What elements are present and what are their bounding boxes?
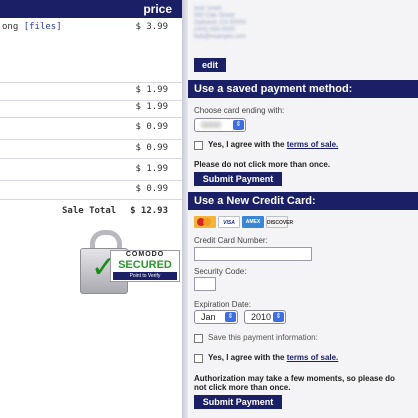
new-terms-checkbox[interactable] (194, 354, 203, 363)
save-info-checkbox[interactable] (194, 334, 203, 343)
expiration-date-label: Expiration Date: (194, 300, 251, 309)
sale-total-value: $ 12.93 (130, 206, 168, 216)
row-divider (0, 158, 182, 159)
submit-saved-payment-button[interactable]: Submit Payment (194, 172, 282, 186)
visa-icon: VISA (218, 216, 240, 228)
new-terms-label: Yes, I agree with the terms of sale. (208, 353, 339, 362)
mastercard-icon (194, 216, 216, 228)
seal-brand: COMODO (125, 251, 165, 258)
item-price: $ 3.99 (135, 22, 168, 32)
choose-card-label: Choose card ending with: (194, 106, 285, 115)
chevron-down-icon: ⇕ (273, 312, 284, 322)
item-price: $ 0.99 (135, 184, 168, 194)
seal-secured-text: SECURED (118, 259, 172, 271)
saved-payment-heading: Use a saved payment method: (188, 80, 418, 98)
cart-row: $ 1.99 (0, 102, 182, 115)
sale-total-label: Sale Total (62, 206, 117, 216)
item-price: $ 0.99 (135, 122, 168, 132)
expiration-year-select[interactable]: 2010 ⇕ (244, 310, 286, 324)
card-number-label: Credit Card Number: (194, 236, 268, 245)
expiration-year-value: 2010 (251, 312, 272, 322)
item-price: $ 0.99 (135, 143, 168, 153)
saved-terms-label: Yes, I agree with the terms of sale. (208, 140, 339, 149)
seal-verify-text: Point to Verify (113, 272, 177, 280)
cart-row: $ 0.99 (0, 143, 182, 156)
secured-badge: COMODO SECURED Point to Verify (110, 250, 180, 282)
sale-total-row: Sale Total $ 12.93 (0, 206, 182, 220)
authorization-note: Authorization may take a few moments, so… (194, 374, 395, 392)
saved-card-value: 0000 (201, 120, 222, 130)
discover-icon: DISCOVER (266, 216, 293, 228)
terms-of-sale-link[interactable]: terms of sale. (287, 140, 339, 149)
item-price: $ 1.99 (135, 85, 168, 95)
double-click-warning: Please do not click more than once. (194, 160, 331, 169)
item-price: $ 1.99 (135, 102, 168, 112)
terms-of-sale-link[interactable]: terms of sale. (287, 353, 339, 362)
row-divider (0, 82, 182, 83)
price-column-header: price (0, 0, 182, 18)
saved-card-select[interactable]: 0000 ⇕ (194, 118, 246, 132)
row-divider (0, 180, 182, 181)
expiration-month-select[interactable]: Jan ⇕ (194, 310, 238, 324)
payment-panel: Bob Smith 000 Oak Street Oakland, CA 000… (188, 0, 418, 418)
item-price: $ 1.99 (135, 164, 168, 174)
amex-icon: AMEX (242, 216, 264, 228)
cart-row: $ 0.99 (0, 122, 182, 135)
cart-row: $ 1.99 (0, 85, 182, 98)
cart-panel: price ong [files] $ 3.99 $ 1.99 $ 1.99 $… (0, 0, 182, 418)
row-divider (0, 100, 182, 101)
row-divider (0, 139, 182, 140)
edit-address-button[interactable]: edit (194, 58, 226, 72)
row-divider (0, 199, 182, 200)
submit-new-card-button[interactable]: Submit Payment (194, 395, 282, 409)
item-title-fragment: ong (2, 22, 19, 32)
saved-terms-checkbox[interactable] (194, 141, 203, 150)
cart-row: $ 0.99 (0, 184, 182, 197)
comodo-secured-seal[interactable]: ✓ COMODO SECURED Point to Verify (80, 230, 186, 294)
security-code-field[interactable] (194, 277, 216, 291)
new-card-heading: Use a New Credit Card: (188, 192, 418, 210)
cart-row: $ 1.99 (0, 164, 182, 177)
cart-row: ong [files] $ 3.99 (0, 22, 182, 35)
price-header-label: price (143, 2, 172, 16)
billing-address: Bob Smith 000 Oak Street Oakland, CA 000… (194, 6, 247, 40)
card-number-field[interactable] (194, 247, 312, 261)
expiration-month-value: Jan (201, 312, 216, 322)
chevron-down-icon: ⇕ (225, 312, 236, 322)
save-info-label: Save this payment information: (208, 333, 318, 342)
security-code-label: Security Code: (194, 267, 247, 276)
row-divider (0, 117, 182, 118)
chevron-down-icon: ⇕ (233, 120, 244, 130)
files-link[interactable]: [files] (24, 22, 62, 32)
